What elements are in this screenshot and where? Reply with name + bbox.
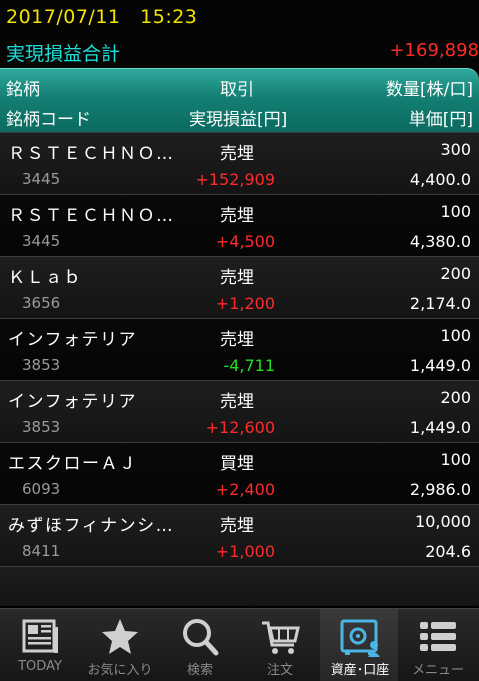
stock-code: 3853: [22, 356, 61, 374]
header-quantity: 数量[株/口]: [386, 80, 473, 100]
realized-pl: +1,200: [215, 294, 275, 313]
quantity: 100: [440, 450, 471, 469]
cart-icon: [262, 621, 300, 654]
trade-type: 売埋: [220, 516, 254, 536]
summary-bar: 2017/07/11 15:23 実現損益合計 +169,898: [0, 0, 479, 68]
table-row[interactable]: インフォテリア 売埋 100 3853 -4,711 1,449.0: [0, 318, 479, 380]
table-row[interactable]: インフォテリア 売埋 200 3853 +12,600 1,449.0: [0, 380, 479, 442]
realized-pl: -4,711: [223, 356, 275, 375]
realized-pl: +152,909: [195, 170, 275, 189]
unit-price: 1,449.0: [409, 356, 471, 375]
trade-type: 売埋: [220, 268, 254, 288]
quantity: 200: [440, 264, 471, 283]
tab-label: 注文: [266, 663, 293, 678]
table-row[interactable]: みずほフィナンシ… 売埋 10,000 8411 +1,000 204.6: [0, 504, 479, 566]
header-unit-price: 単価[円]: [408, 110, 473, 130]
stock-code: 3445: [22, 232, 61, 250]
stock-name: インフォテリア: [8, 392, 137, 412]
trade-list[interactable]: ＲＳＴＥＣＨＮＯ… 売埋 300 3445 +152,909 4,400.0 Ｒ…: [0, 132, 479, 606]
tab-label: TODAY: [18, 659, 62, 674]
tab-favorites[interactable]: お気に入り: [80, 609, 160, 681]
tab-search[interactable]: 検索: [160, 609, 240, 681]
bottom-tab-bar: TODAY お気に入り 検索 注文 資産･口座 メニュー: [0, 608, 479, 681]
safe-icon: [340, 619, 380, 657]
tab-assets-account[interactable]: 資産･口座: [320, 609, 398, 681]
table-row[interactable]: ＫＬａｂ 売埋 200 3656 +1,200 2,174.0: [0, 256, 479, 318]
trade-type: 売埋: [220, 206, 254, 226]
total-pl-value: +169,898: [389, 40, 479, 61]
star-icon: [102, 619, 138, 654]
unit-price: 1,449.0: [409, 418, 471, 437]
stock-name: ＫＬａｂ: [8, 268, 82, 288]
tab-label: 検索: [186, 663, 213, 678]
realized-pl: +12,600: [205, 418, 275, 437]
stock-code: 6093: [22, 480, 61, 498]
stock-code: 3445: [22, 170, 61, 188]
table-row[interactable]: ＲＳＴＥＣＨＮＯ… 売埋 100 3445 +4,500 4,380.0: [0, 194, 479, 256]
unit-price: 204.6: [425, 542, 471, 561]
header-code: 銘柄コード: [6, 110, 91, 130]
menu-list-icon: [420, 622, 456, 651]
table-row[interactable]: エスクローＡＪ 買埋 100 6093 +2,400 2,986.0: [0, 442, 479, 504]
quantity: 10,000: [415, 512, 471, 531]
trade-type: 売埋: [220, 330, 254, 350]
newspaper-icon: [22, 619, 58, 653]
list-end-filler: [0, 566, 479, 606]
header-realized-pl: 実現損益[円]: [189, 110, 288, 130]
unit-price: 4,400.0: [409, 170, 471, 189]
trade-type: 売埋: [220, 392, 254, 412]
unit-price: 2,986.0: [409, 480, 471, 499]
stock-code: 3656: [22, 294, 61, 312]
trade-type: 買埋: [220, 454, 254, 474]
quantity: 100: [440, 326, 471, 345]
header-trade: 取引: [220, 80, 254, 100]
stock-code: 8411: [22, 542, 61, 560]
tab-today[interactable]: TODAY: [0, 609, 80, 681]
magnifier-icon: [183, 619, 219, 656]
header-name: 銘柄: [6, 80, 40, 100]
stock-name: エスクローＡＪ: [8, 454, 138, 474]
table-row[interactable]: ＲＳＴＥＣＨＮＯ… 売埋 300 3445 +152,909 4,400.0: [0, 132, 479, 194]
tab-order[interactable]: 注文: [240, 609, 320, 681]
unit-price: 2,174.0: [409, 294, 471, 313]
realized-pl: +1,000: [215, 542, 275, 561]
unit-price: 4,380.0: [409, 232, 471, 251]
trade-type: 売埋: [220, 144, 254, 164]
stock-name: みずほフィナンシ…: [8, 516, 175, 536]
realized-pl: +4,500: [215, 232, 275, 251]
quantity: 200: [440, 388, 471, 407]
stock-name: インフォテリア: [8, 330, 137, 350]
tab-menu[interactable]: メニュー: [398, 609, 479, 681]
date-text: 2017/07/11: [6, 6, 121, 28]
table-header: 銘柄 取引 数量[株/口] 銘柄コード 実現損益[円] 単価[円]: [0, 68, 479, 132]
total-pl-label: 実現損益合計: [6, 43, 121, 65]
quantity: 100: [440, 202, 471, 221]
datetime: 2017/07/11 15:23: [6, 6, 197, 28]
quantity: 300: [440, 140, 471, 159]
stock-name: ＲＳＴＥＣＨＮＯ…: [8, 144, 175, 164]
time-text: 15:23: [140, 6, 198, 28]
realized-pl: +2,400: [215, 480, 275, 499]
tab-label: お気に入り: [87, 663, 153, 678]
stock-code: 3853: [22, 418, 61, 436]
tab-label: 資産･口座: [330, 663, 390, 678]
stock-name: ＲＳＴＥＣＨＮＯ…: [8, 206, 175, 226]
tab-label: メニュー: [411, 663, 464, 678]
